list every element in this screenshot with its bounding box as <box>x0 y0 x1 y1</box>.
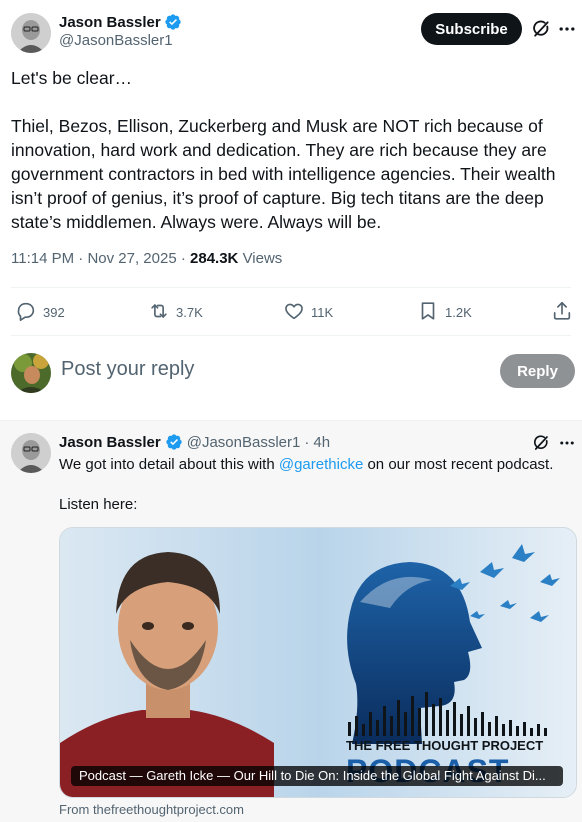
bookmark-count: 1.2K <box>445 305 472 320</box>
views-count[interactable]: 284.3K <box>190 250 238 267</box>
reply-tweet-text: We got into detail about this with @gare… <box>59 455 579 515</box>
tweet-date[interactable]: Nov 27, 2025 <box>87 250 176 267</box>
reply-action[interactable]: 392 <box>15 300 65 325</box>
author-handle[interactable]: @JasonBassler1 <box>59 32 182 49</box>
like-count: 11K <box>311 305 334 320</box>
tweet-paragraph: Thiel, Bezos, Ellison, Zuckerberg and Mu… <box>11 116 556 232</box>
views-label[interactable]: Views <box>243 250 283 267</box>
bookmark-icon[interactable] <box>417 300 439 325</box>
reply-age[interactable]: 4h <box>313 434 330 451</box>
tweet-text: Let's be clear… Thiel, Bezos, Ellison, Z… <box>11 66 571 234</box>
reply-button[interactable]: Reply <box>500 354 575 388</box>
link-card[interactable]: THE FREE THOUGHT PROJECT PODCAST <box>59 527 577 798</box>
reply-author-name[interactable]: Jason Bassler <box>59 434 161 451</box>
heart-icon[interactable] <box>283 300 305 325</box>
verified-badge-icon[interactable] <box>165 433 183 451</box>
verified-badge-icon[interactable] <box>164 13 182 31</box>
meta-separator: · <box>78 250 84 267</box>
author-avatar[interactable] <box>11 13 51 53</box>
podcast-thumbnail-image[interactable]: THE FREE THOUGHT PROJECT PODCAST <box>60 528 577 798</box>
card-caption[interactable]: Podcast — Gareth Icke — Our Hill to Die … <box>71 766 563 786</box>
meta-separator: · <box>304 433 310 451</box>
podcast-logo-line1: THE FREE THOUGHT PROJECT <box>346 738 543 753</box>
author-info: Jason Bassler @JasonBassler1 <box>59 13 182 49</box>
meta-separator: · <box>180 250 186 267</box>
tweet-time[interactable]: 11:14 PM <box>11 250 74 267</box>
divider <box>11 287 571 288</box>
grok-icon[interactable] <box>529 17 553 41</box>
subscribe-button[interactable]: Subscribe <box>421 13 522 45</box>
reply-text-after: on our most recent podcast. <box>363 456 554 473</box>
tweet-meta: 11:14 PM · Nov 27, 2025 · 284.3K Views <box>11 250 282 267</box>
share-icon[interactable] <box>551 300 573 325</box>
repost-icon[interactable] <box>148 300 170 325</box>
repost-action[interactable]: 3.7K <box>148 300 203 325</box>
reply-input[interactable]: Post your reply <box>61 358 194 381</box>
mention-link[interactable]: @garethicke <box>279 456 363 473</box>
more-options-icon[interactable] <box>555 17 579 41</box>
reply-text-before: We got into detail about this with <box>59 456 279 473</box>
like-action[interactable]: 11K <box>283 300 333 325</box>
reply-author-handle[interactable]: @JasonBassler1 <box>187 434 301 451</box>
card-source[interactable]: From thefreethoughtproject.com <box>59 802 244 817</box>
author-name[interactable]: Jason Bassler <box>59 14 161 31</box>
repost-count: 3.7K <box>176 305 203 320</box>
listen-text: Listen here: <box>59 496 138 513</box>
tweet-paragraph: Let's be clear… <box>11 68 133 88</box>
reply-count: 392 <box>43 305 65 320</box>
author-name-row[interactable]: Jason Bassler <box>59 13 182 31</box>
reply-author-avatar[interactable] <box>11 433 51 473</box>
reply-text-line: We got into detail about this with @gare… <box>59 455 579 475</box>
reply-icon[interactable] <box>15 300 37 325</box>
reply-tweet-header: Jason Bassler @JasonBassler1 · 4h <box>59 433 330 451</box>
grok-icon[interactable] <box>529 431 553 455</box>
bookmark-action[interactable]: 1.2K <box>417 300 472 325</box>
more-options-icon[interactable] <box>555 431 579 455</box>
share-action[interactable] <box>551 300 573 325</box>
current-user-avatar[interactable] <box>11 353 51 393</box>
divider <box>11 335 571 336</box>
